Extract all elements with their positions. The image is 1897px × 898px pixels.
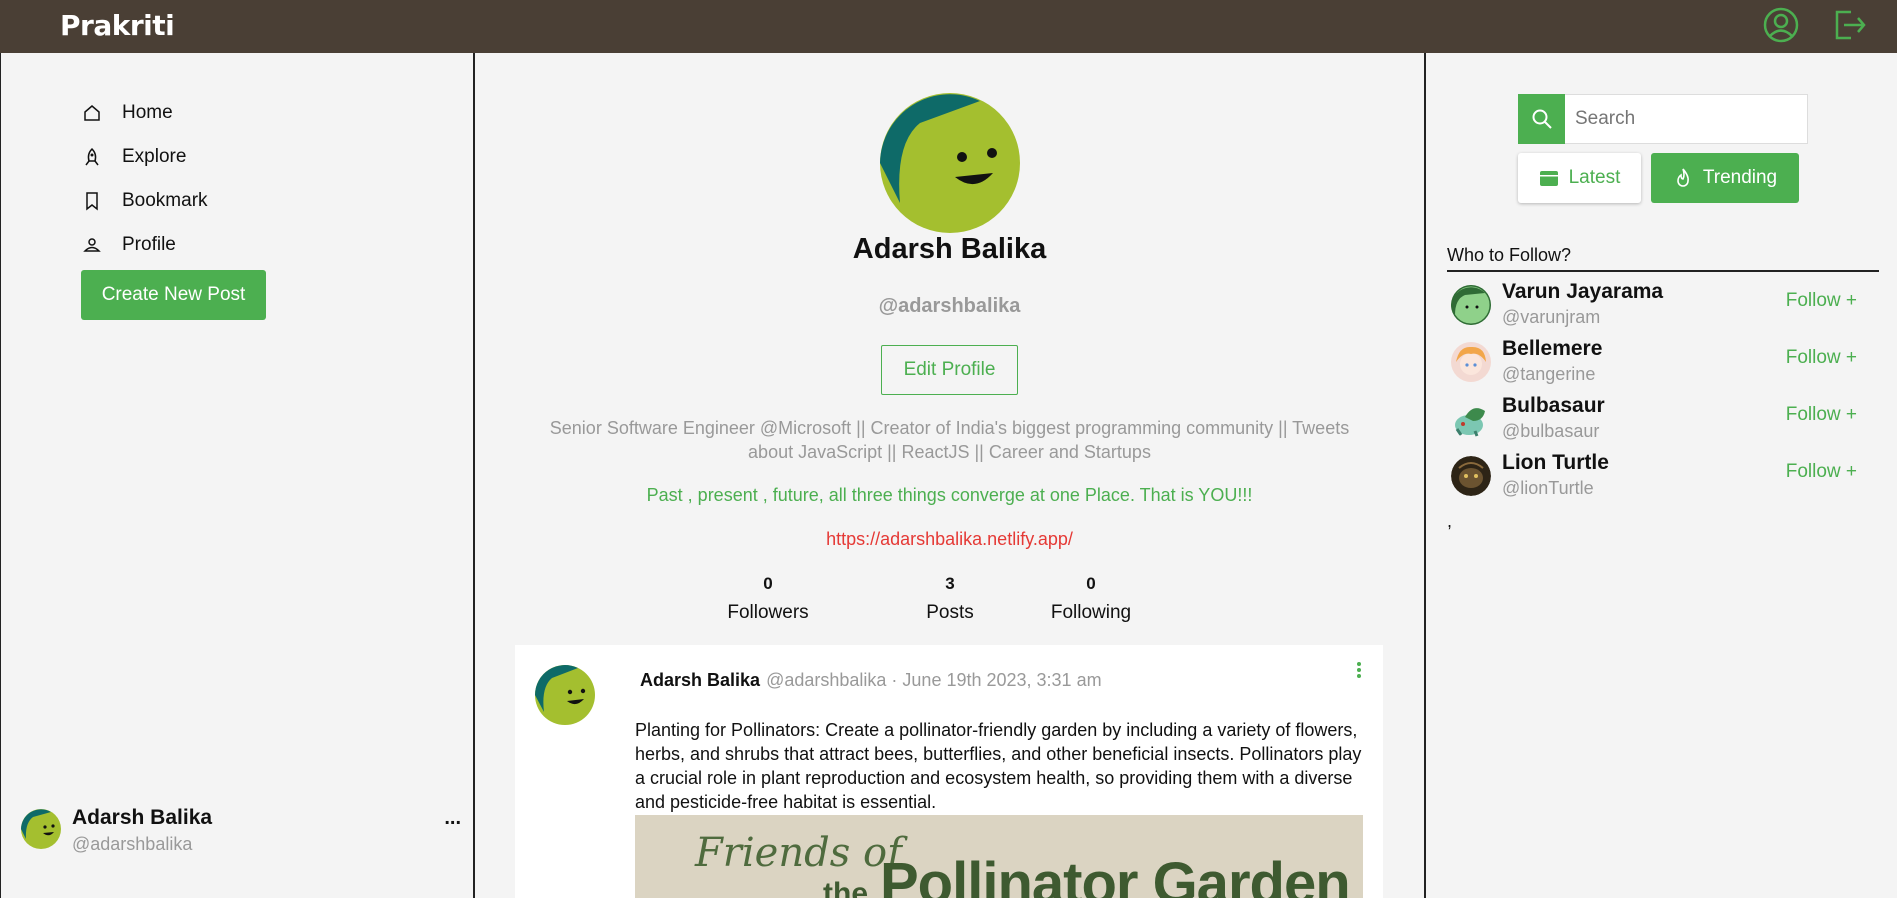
- profile-bio: Senior Software Engineer @Microsoft || C…: [549, 418, 1350, 462]
- post-author[interactable]: Adarsh Balika: [640, 670, 760, 690]
- search-input[interactable]: [1565, 94, 1808, 144]
- profile-handle: @adarshbalika: [878, 295, 1021, 317]
- follow-button[interactable]: Follow +: [1786, 404, 1857, 426]
- stat-value: 3: [945, 574, 955, 593]
- trailing-text: ,: [1447, 511, 1453, 531]
- user-circle-icon[interactable]: [1761, 5, 1801, 45]
- stat-followers[interactable]: 0 Followers: [708, 574, 828, 624]
- stat-label: Following: [1050, 602, 1132, 623]
- sidebar-item-label: Explore: [122, 146, 187, 167]
- sidebar-item-label: Bookmark: [122, 190, 208, 211]
- right-sidebar: Latest Trending Who to Follow? Varun Jay…: [1424, 53, 1897, 898]
- profile-name: Adarsh Balika: [852, 233, 1047, 265]
- list-item: Varun Jayarama @varunjram Follow +: [1447, 280, 1857, 337]
- tab-label: Trending: [1702, 167, 1778, 188]
- avatar[interactable]: [1451, 399, 1491, 439]
- profile-website-link[interactable]: https://adarshbalika.netlify.app/: [475, 529, 1424, 550]
- post-image[interactable]: Friends of the Pollinator Garden: [635, 815, 1363, 898]
- sidebar-item-explore[interactable]: Explore: [81, 135, 208, 179]
- stat-following[interactable]: 0 Following: [1031, 574, 1151, 624]
- post-handle: @adarshbalika: [766, 670, 887, 690]
- sidebar-item-label: Profile: [122, 234, 176, 255]
- avatar[interactable]: [1451, 285, 1491, 325]
- profile-quote: Past , present , future, all three thing…: [646, 485, 1253, 505]
- search-bar: [1518, 94, 1808, 144]
- top-bar: Prakriti: [0, 0, 1897, 53]
- list-item: Bulbasaur @bulbasaur Follow +: [1447, 394, 1857, 451]
- list-item: Lion Turtle @lionTurtle Follow +: [1447, 451, 1857, 508]
- sidebar-item-label: Home: [122, 102, 173, 123]
- post-image-text: the: [823, 877, 868, 898]
- profile-main: Adarsh Balika @adarshbalika Edit Profile…: [475, 53, 1424, 898]
- post-menu-icon[interactable]: [1355, 659, 1363, 681]
- sidebar-item-home[interactable]: Home: [81, 91, 208, 135]
- post-meta: Adarsh Balika @adarshbalika · June 19th 2…: [640, 670, 1102, 691]
- tab-trending[interactable]: Trending: [1651, 153, 1799, 203]
- tab-label: Latest: [1568, 167, 1621, 188]
- stat-posts[interactable]: 3 Posts: [890, 574, 1010, 624]
- avatar[interactable]: [1451, 342, 1491, 382]
- bookmark-icon: [81, 190, 103, 212]
- suggestion-handle: @tangerine: [1502, 364, 1596, 384]
- rocket-icon: [81, 146, 103, 168]
- follow-button[interactable]: Follow +: [1786, 461, 1857, 483]
- avatar: [21, 809, 61, 849]
- post-avatar[interactable]: [535, 665, 595, 725]
- list-item: Bellemere @tangerine Follow +: [1447, 337, 1857, 394]
- who-to-follow-heading: Who to Follow?: [1447, 245, 1879, 272]
- post-date: · June 19th 2023, 3:31 am: [891, 670, 1102, 690]
- follow-button[interactable]: Follow +: [1786, 290, 1857, 312]
- stat-value: 0: [1086, 574, 1096, 593]
- suggestion-name[interactable]: Lion Turtle: [1502, 451, 1609, 475]
- feed-tabs: Latest Trending: [1518, 153, 1799, 203]
- suggestion-handle: @lionTurtle: [1502, 478, 1594, 498]
- sidebar-user[interactable]: Adarsh Balika @adarshbalika ...: [21, 805, 461, 865]
- follow-button[interactable]: Follow +: [1786, 347, 1857, 369]
- sidebar-user-handle: @adarshbalika: [72, 834, 193, 854]
- avatar[interactable]: [1451, 456, 1491, 496]
- stat-label: Posts: [926, 602, 974, 623]
- sidebar-item-profile[interactable]: Profile: [81, 223, 208, 267]
- top-icons: [1761, 5, 1869, 45]
- user-icon: [81, 234, 103, 256]
- create-post-button[interactable]: Create New Post: [81, 270, 266, 320]
- search-icon[interactable]: [1518, 94, 1565, 144]
- post-image-text: Friends of: [695, 830, 902, 876]
- calendar-icon: [1539, 168, 1559, 188]
- suggestion-name[interactable]: Varun Jayarama: [1502, 280, 1663, 304]
- suggestion-name[interactable]: Bulbasaur: [1502, 394, 1605, 418]
- sidebar-nav: Home Explore Bookmark Profile: [81, 91, 208, 267]
- fire-icon: [1673, 168, 1693, 188]
- suggestion-handle: @bulbasaur: [1502, 421, 1600, 441]
- profile-stats: 0 Followers 3 Posts 0 Following: [475, 574, 1424, 634]
- tab-latest[interactable]: Latest: [1518, 153, 1641, 203]
- home-icon: [81, 102, 103, 124]
- follow-list: Varun Jayarama @varunjram Follow + Belle…: [1447, 280, 1857, 508]
- more-options-button[interactable]: ...: [444, 807, 461, 830]
- logout-icon[interactable]: [1829, 5, 1869, 45]
- edit-profile-button[interactable]: Edit Profile: [881, 345, 1018, 395]
- suggestion-handle: @varunjram: [1502, 307, 1601, 327]
- stat-value: 0: [763, 574, 773, 593]
- left-sidebar: Home Explore Bookmark Profile Create New…: [0, 53, 475, 898]
- post-image-text: Pollinator Garden: [880, 851, 1351, 898]
- sidebar-user-name: Adarsh Balika: [72, 806, 213, 829]
- brand-logo[interactable]: Prakriti: [60, 9, 175, 42]
- post-text: Planting for Pollinators: Create a polli…: [635, 720, 1362, 812]
- suggestion-name[interactable]: Bellemere: [1502, 337, 1602, 361]
- stat-label: Followers: [727, 602, 809, 623]
- profile-avatar: [880, 93, 1020, 233]
- sidebar-item-bookmark[interactable]: Bookmark: [81, 179, 208, 223]
- post-card: Adarsh Balika @adarshbalika · June 19th 2…: [515, 645, 1383, 898]
